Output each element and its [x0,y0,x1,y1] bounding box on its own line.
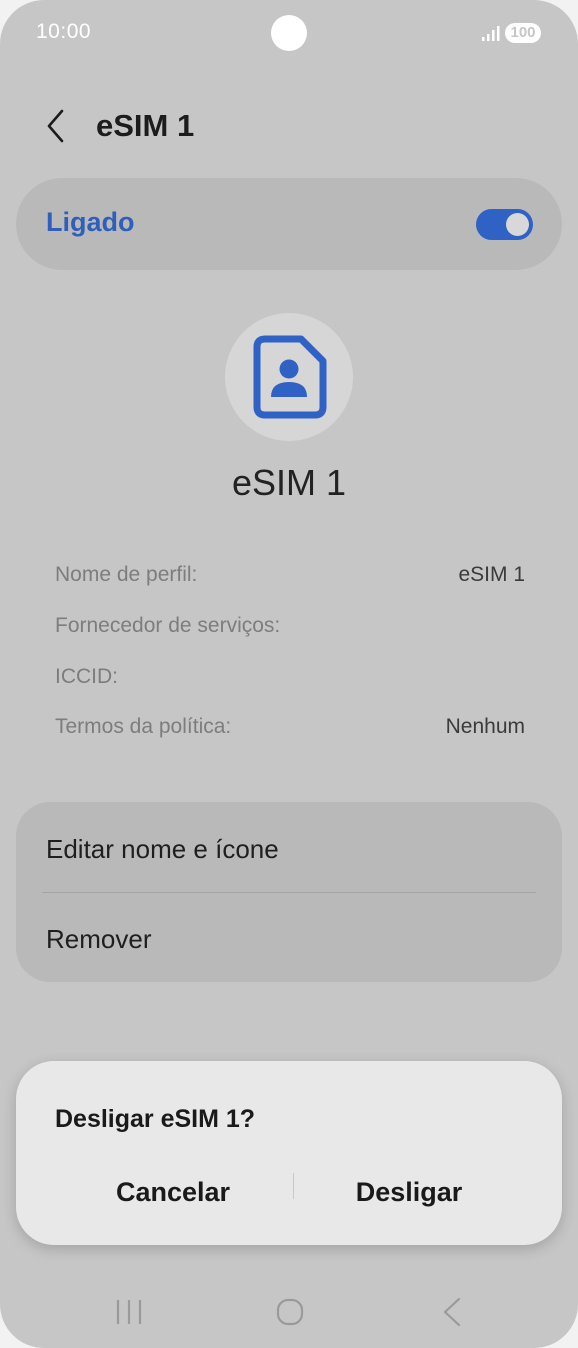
chevron-left-icon [47,109,64,143]
toggle-label: Ligado [46,207,135,237]
info-row-policy-terms: Termos da política: Nenhum [55,715,525,745]
info-row-service-provider: Fornecedor de serviços: [55,614,525,644]
info-row-iccid: ICCID: [55,665,525,695]
info-label: Fornecedor de serviços: [55,614,281,637]
status-time: 10:00 [36,20,92,43]
dialog-title: Desligar eSIM 1? [55,1105,256,1133]
home-icon [276,1298,304,1326]
turn-off-button[interactable]: Desligar [291,1167,527,1217]
divider [42,892,536,893]
info-value: Nenhum [445,715,525,738]
recent-apps-button[interactable] [109,1292,149,1332]
info-value: eSIM 1 [458,563,525,586]
profile-name: eSIM 1 [231,462,347,503]
esim-switch[interactable] [476,209,533,240]
esim-toggle-row[interactable]: Ligado [16,178,562,270]
turn-off-dialog: Desligar eSIM 1? Cancelar Desligar [16,1061,562,1245]
info-label: Nome de perfil: [55,563,198,586]
info-row-profile-name: Nome de perfil: eSIM 1 [55,563,525,593]
phone-screen: 10:00 100 eSIM 1 Ligado eSIM 1 Nome de p… [0,0,578,1348]
info-label: ICCID: [55,665,118,688]
cancel-button[interactable]: Cancelar [55,1167,291,1217]
remove-button[interactable]: Remover [46,924,151,955]
actions-card: Editar nome e ícone Remover [16,802,562,982]
recent-apps-icon [116,1300,142,1324]
back-button[interactable] [40,108,74,144]
back-icon [443,1297,461,1327]
switch-knob [506,213,529,236]
page-title: eSIM 1 [96,108,195,143]
nav-back-button[interactable] [432,1292,472,1332]
sim-card-person-icon [253,335,327,419]
top-app-bar: eSIM 1 [0,96,578,156]
home-button[interactable] [270,1292,310,1332]
profile-avatar [225,313,353,441]
status-bar: 10:00 100 [0,0,578,66]
signal-icon [482,26,500,41]
navigation-bar [0,1280,578,1344]
camera-cutout [271,15,307,51]
edit-name-icon-button[interactable]: Editar nome e ícone [46,834,279,865]
battery-icon: 100 [505,23,541,43]
info-label: Termos da política: [55,715,232,738]
